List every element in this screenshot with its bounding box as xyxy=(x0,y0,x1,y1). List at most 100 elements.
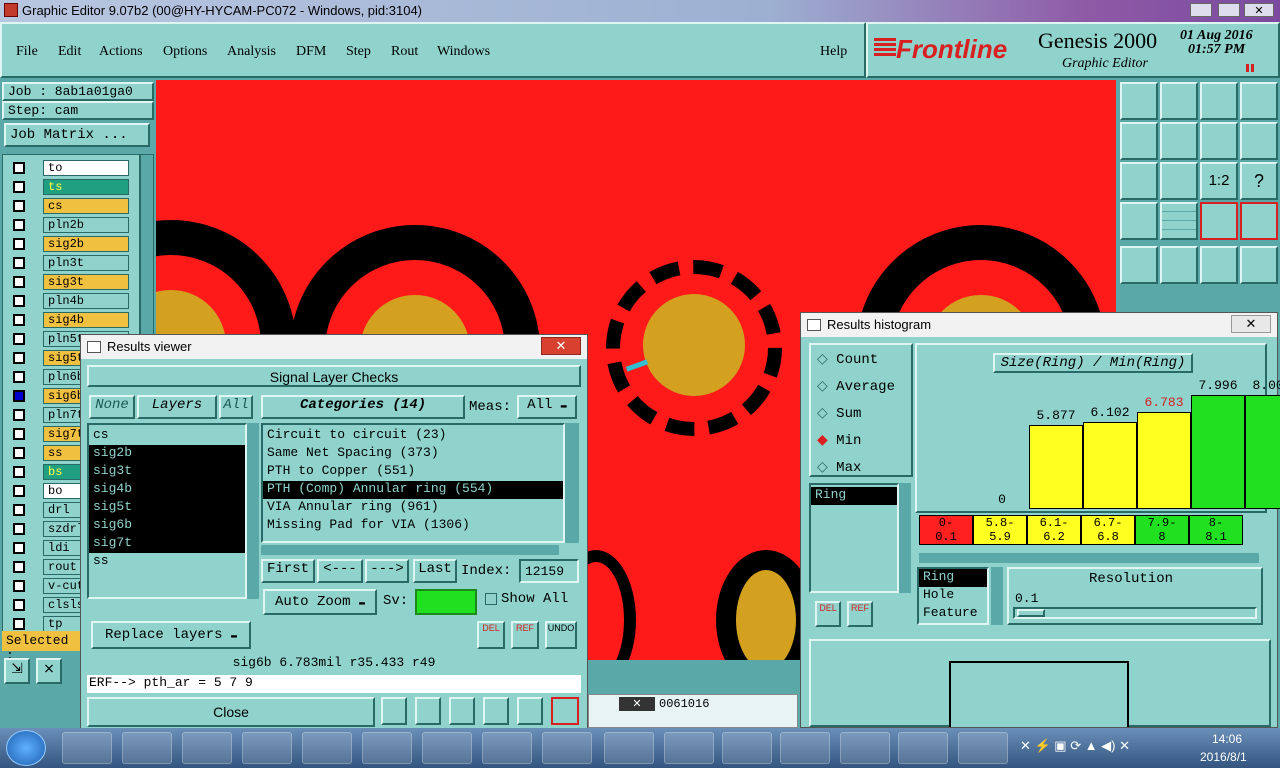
layer-checkbox[interactable] xyxy=(13,599,25,611)
close-button[interactable]: Close xyxy=(87,697,375,727)
layer-stack-icon[interactable] xyxy=(1120,202,1158,240)
maximize-icon[interactable] xyxy=(1218,3,1240,17)
taskbar-xterm-icon[interactable] xyxy=(722,732,772,764)
del-button[interactable]: DEL xyxy=(477,621,505,649)
net-icon[interactable] xyxy=(1200,202,1238,240)
scale-icon[interactable]: 1:2 xyxy=(1200,162,1238,200)
radio-icon[interactable]: ◆ xyxy=(817,433,836,449)
layer-row[interactable]: pln3t xyxy=(7,254,143,272)
index-input[interactable]: 12159 xyxy=(519,559,579,583)
taskbar-notepad-icon[interactable] xyxy=(302,732,352,764)
pause-icon[interactable] xyxy=(1246,64,1254,72)
erase-icon[interactable] xyxy=(449,697,475,725)
layer-results-scrollbar[interactable] xyxy=(247,423,259,599)
histogram-ref-button[interactable]: REF xyxy=(847,601,873,627)
layer-checkbox[interactable] xyxy=(13,333,25,345)
home-icon[interactable] xyxy=(1200,82,1238,120)
layer-checkbox[interactable] xyxy=(13,447,25,459)
layer-checkbox[interactable] xyxy=(13,276,25,288)
taskbar-genesis-icon[interactable] xyxy=(182,732,232,764)
radio-icon[interactable]: ◇ xyxy=(817,379,836,395)
taskbar-excel-icon[interactable] xyxy=(422,732,472,764)
grid-icon[interactable] xyxy=(1160,202,1198,240)
taskbar-xterm-icon[interactable] xyxy=(780,732,830,764)
layer-name[interactable]: cs xyxy=(43,198,129,214)
left-icon[interactable] xyxy=(1120,122,1158,160)
layer-row[interactable]: to xyxy=(7,159,143,177)
layer-checkbox[interactable] xyxy=(13,561,25,573)
layer-row[interactable]: pln2b xyxy=(7,216,143,234)
taskbar-excel-icon[interactable] xyxy=(482,732,532,764)
layer-checkbox[interactable] xyxy=(13,314,25,326)
histogram-bar[interactable] xyxy=(1083,422,1137,509)
radio-icon[interactable]: ◇ xyxy=(817,352,836,368)
snap-icon[interactable] xyxy=(1240,122,1278,160)
auto-zoom-dropdown[interactable]: Auto Zoom ▬ xyxy=(263,589,377,615)
result-layer-item[interactable]: ss xyxy=(89,553,245,571)
move-down-icon[interactable] xyxy=(1160,82,1198,120)
layer-checkbox[interactable] xyxy=(13,618,25,630)
taskbar-viewer-icon[interactable] xyxy=(542,732,592,764)
measure-item[interactable]: Ring xyxy=(919,569,987,587)
categories-button[interactable]: Categories (14) xyxy=(261,395,465,419)
category-item[interactable]: Same Net Spacing (373) xyxy=(263,445,563,463)
taskbar-app-icon[interactable] xyxy=(958,732,1008,764)
zoom-fit-icon[interactable] xyxy=(1120,162,1158,200)
stat-option-max[interactable]: ◇ Max xyxy=(817,459,861,476)
start-button-icon[interactable] xyxy=(6,730,46,766)
layer-checkbox[interactable] xyxy=(13,542,25,554)
layer-row[interactable]: pln4b xyxy=(7,292,143,310)
histogram-list-scrollbar[interactable] xyxy=(899,483,911,593)
system-tray-icons[interactable]: ✕ ⚡ ▣ ⟳ ▲ ◀) ✕ xyxy=(1020,738,1188,758)
layer-checkbox[interactable] xyxy=(13,295,25,307)
layer-checkbox[interactable] xyxy=(13,504,25,516)
taskbar-frontline-icon[interactable] xyxy=(242,732,292,764)
undo-button[interactable]: UNDO xyxy=(545,621,577,649)
layer-checkbox[interactable] xyxy=(13,257,25,269)
layer-name[interactable]: pln2b xyxy=(43,217,129,233)
menu-analysis[interactable]: Analysis xyxy=(227,44,276,60)
stat-option-sum[interactable]: ◇ Sum xyxy=(817,405,861,422)
layer-name[interactable]: ts xyxy=(43,179,129,195)
histogram-del-button[interactable]: DEL xyxy=(815,601,841,627)
layer-row[interactable]: sig2b xyxy=(7,235,143,253)
menu-help[interactable]: Help xyxy=(820,44,847,60)
layers-button[interactable]: Layers xyxy=(137,395,217,419)
help-icon[interactable]: ? xyxy=(1240,162,1278,200)
close-icon[interactable]: ✕ xyxy=(619,697,655,711)
none-button[interactable]: None xyxy=(89,395,135,419)
ref-button[interactable]: REF xyxy=(511,621,539,649)
menu-actions[interactable]: Actions xyxy=(99,44,143,60)
slider-thumb[interactable] xyxy=(1017,609,1045,617)
ruler-icon[interactable] xyxy=(1200,246,1238,284)
category-scrollbar[interactable] xyxy=(565,423,579,543)
layer-checkbox[interactable] xyxy=(13,371,25,383)
menu-rout[interactable]: Rout xyxy=(391,44,418,60)
histogram-bar[interactable] xyxy=(1137,412,1191,509)
menu-dfm[interactable]: DFM xyxy=(296,44,326,60)
layer-checkbox[interactable] xyxy=(13,428,25,440)
sv-color-dropdown[interactable] xyxy=(415,589,477,615)
layer-name[interactable]: sig4b xyxy=(43,312,129,328)
pad-icon[interactable] xyxy=(1240,246,1278,284)
category-item[interactable]: Missing Pad for VIA (1306) xyxy=(263,517,563,535)
taskbar-shell-icon[interactable] xyxy=(62,732,112,764)
taskbar-xterm-icon[interactable] xyxy=(604,732,654,764)
category-list[interactable]: Circuit to circuit (23) Same Net Spacing … xyxy=(261,423,565,543)
radio-icon[interactable]: ◇ xyxy=(817,406,836,422)
window-icon[interactable] xyxy=(1240,82,1278,120)
layer-checkbox[interactable] xyxy=(13,219,25,231)
highlighted-pad[interactable] xyxy=(643,294,745,396)
close-window-icon[interactable]: ✕ xyxy=(541,337,581,355)
histogram-bar[interactable] xyxy=(1191,395,1245,509)
taskbar-excel-icon[interactable] xyxy=(362,732,412,764)
taskbar-xterm-icon[interactable] xyxy=(840,732,890,764)
minimize-icon[interactable] xyxy=(1190,3,1212,17)
stat-option-average[interactable]: ◇ Average xyxy=(817,378,895,395)
measure-item[interactable]: Hole xyxy=(919,587,987,605)
category-hscrollbar[interactable] xyxy=(261,545,559,555)
layer-checkbox[interactable] xyxy=(13,390,25,402)
histogram-list-item[interactable]: Ring xyxy=(811,487,897,505)
replace-layers-dropdown[interactable]: Replace layers ▬ xyxy=(91,621,251,649)
taskbar-save-icon[interactable] xyxy=(122,732,172,764)
